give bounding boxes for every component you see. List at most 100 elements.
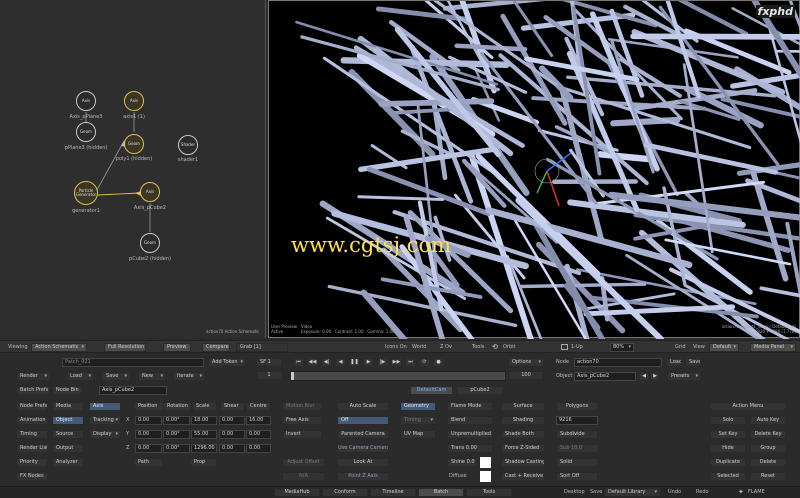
- sort-off-button[interactable]: Sort Off: [556, 472, 598, 481]
- unpremultiplied-button[interactable]: Unpremultiplied: [447, 430, 493, 439]
- world-toggle[interactable]: World: [412, 343, 426, 352]
- axis-value-field[interactable]: 55.00: [191, 430, 217, 439]
- compare-button[interactable]: Compare: [202, 343, 230, 352]
- axis-tab[interactable]: Axis: [89, 402, 121, 411]
- go-end-icon[interactable]: ⏭: [405, 358, 416, 367]
- surface-button[interactable]: Surface: [501, 402, 545, 411]
- force-z-sided-button[interactable]: Force Z-Sided: [501, 444, 545, 453]
- node-save-button[interactable]: Save: [685, 358, 701, 367]
- axis-value-field[interactable]: 0.00°: [163, 430, 190, 439]
- polygon-count-field[interactable]: 9216: [556, 416, 598, 425]
- action-schematic-panel[interactable]: Axis Axis_pPlane3 Geom pPlane3 (hidden) …: [0, 0, 266, 338]
- media-tab[interactable]: Media: [52, 402, 84, 411]
- auto-scale-button[interactable]: Auto Scale: [337, 402, 389, 411]
- source-tab[interactable]: Source: [52, 430, 84, 439]
- timing-button[interactable]: Timing: [16, 430, 48, 439]
- point-z-axis-button[interactable]: Point Z Axis: [337, 472, 389, 481]
- display-tab[interactable]: Display: [89, 430, 121, 439]
- axis-value-field[interactable]: 0.00°: [163, 444, 190, 453]
- main-tab[interactable]: Tools: [466, 488, 512, 497]
- axis-value-field[interactable]: 18.00: [191, 416, 217, 425]
- use-camera-button[interactable]: Use Camera Camera: [337, 444, 389, 453]
- zoom-percent-field[interactable]: 80%: [610, 343, 634, 352]
- uv-map-button[interactable]: UV Map: [400, 430, 436, 439]
- output-tab[interactable]: Output: [52, 444, 84, 453]
- new-button[interactable]: New: [138, 372, 166, 381]
- next-object-icon[interactable]: ▶: [650, 372, 660, 381]
- schem-node-geom-pplane3[interactable]: Geom: [76, 122, 96, 142]
- zoom-toggle[interactable]: Z Ov: [440, 343, 452, 352]
- layout-label[interactable]: 1-Up: [571, 343, 583, 352]
- geometry-tab[interactable]: Geometry: [400, 402, 436, 411]
- shine-field[interactable]: Shine 0.0: [447, 458, 477, 467]
- invert-button[interactable]: Invert: [282, 430, 322, 439]
- undo-button[interactable]: Undo: [668, 488, 681, 497]
- scale-header[interactable]: Scale: [192, 402, 217, 411]
- shine-color-swatch[interactable]: [480, 457, 491, 468]
- polygons-button[interactable]: Polygons: [556, 402, 598, 411]
- rotation-header[interactable]: Rotation: [163, 402, 192, 411]
- media-panel-select[interactable]: Media Panel: [750, 343, 796, 352]
- main-tab[interactable]: MediaHub: [274, 488, 320, 497]
- options-button[interactable]: Options: [508, 358, 544, 367]
- path-button[interactable]: Path: [134, 458, 163, 467]
- schem-node-particle-generator[interactable]: Particle Generator: [74, 181, 98, 205]
- flame-mode-button[interactable]: Flame Mode: [447, 402, 493, 411]
- node-name-field[interactable]: action70: [574, 358, 662, 367]
- add-token-button[interactable]: Add Token: [208, 358, 246, 367]
- play-back-icon[interactable]: ◀: [335, 358, 346, 367]
- schem-node-geom-poly1[interactable]: Geom: [124, 134, 144, 154]
- schem-node-axis-pplane3[interactable]: Axis: [76, 91, 96, 111]
- action-menu-item[interactable]: Set Key: [710, 430, 746, 439]
- grid-toggle[interactable]: Grid: [675, 343, 686, 352]
- redo-button[interactable]: Redo: [696, 488, 709, 497]
- orbit-icon[interactable]: ⟲: [492, 343, 498, 352]
- axis-value-field[interactable]: 0.00°: [163, 416, 190, 425]
- action-menu-item[interactable]: Hide: [710, 444, 746, 453]
- priority-button[interactable]: Priority: [16, 458, 48, 467]
- record-icon[interactable]: ●: [433, 358, 444, 367]
- schem-node-axis1[interactable]: Axis: [124, 91, 144, 111]
- look-at-button[interactable]: Look At: [337, 458, 389, 467]
- shade-both-button[interactable]: Shade Both: [501, 430, 545, 439]
- axis-value-field[interactable]: 0.00: [219, 444, 245, 453]
- adjust-offset-button[interactable]: Adjust Offset: [282, 458, 325, 467]
- object-path-field[interactable]: Axis_pCube2: [99, 386, 167, 395]
- action-menu-button[interactable]: Action Menu: [710, 402, 786, 411]
- go-start-icon[interactable]: ⏮: [293, 358, 304, 367]
- play-icon[interactable]: ▶: [363, 358, 374, 367]
- subdivide-button[interactable]: Subdivide: [556, 430, 598, 439]
- prev-key-icon[interactable]: ◀|: [321, 358, 332, 367]
- setup-load-button[interactable]: Load: [66, 372, 94, 381]
- axis-value-field[interactable]: 1296.00: [191, 444, 217, 453]
- blend-button[interactable]: Blend: [447, 416, 493, 425]
- current-frame-field[interactable]: 1: [256, 371, 282, 380]
- axis-value-field[interactable]: 16.00: [246, 416, 271, 425]
- axis-value-field[interactable]: 0.00: [246, 430, 271, 439]
- motion-blur-button[interactable]: Motion Blur: [282, 402, 322, 411]
- shear-header[interactable]: Shear: [220, 402, 245, 411]
- main-tab[interactable]: Conform: [322, 488, 368, 497]
- axis-value-field[interactable]: 0.00: [246, 444, 271, 453]
- action-menu-item[interactable]: Duplicate: [710, 458, 746, 467]
- shadow-casting-button[interactable]: Shadow Casting: [501, 458, 545, 467]
- desktop-save[interactable]: Save: [590, 488, 602, 497]
- animation-button[interactable]: Animation: [16, 416, 48, 425]
- node-bin-button[interactable]: Node Bin: [52, 386, 82, 395]
- axis-value-field[interactable]: 0.00: [135, 430, 162, 439]
- diffuse-color-swatch[interactable]: [480, 471, 491, 482]
- na-field[interactable]: N/A: [282, 472, 325, 481]
- node-prefs-button[interactable]: Node Prefs: [16, 402, 48, 411]
- render-list-button[interactable]: Render List: [16, 444, 48, 453]
- main-tab[interactable]: Batch: [418, 488, 464, 497]
- end-frame-field[interactable]: 100: [508, 371, 544, 380]
- solid-button[interactable]: Solid: [556, 458, 598, 467]
- next-key-icon[interactable]: |▶: [377, 358, 388, 367]
- action-menu-item[interactable]: Group: [750, 444, 786, 453]
- setup-save-button[interactable]: Save: [102, 372, 130, 381]
- resolution-button[interactable]: Full Resolution: [104, 343, 146, 352]
- step-back-icon[interactable]: ◀◀: [307, 358, 318, 367]
- desktop-label[interactable]: Desktop: [564, 488, 585, 497]
- prop-button[interactable]: Prop: [190, 458, 217, 467]
- axis-value-field[interactable]: 0.00: [135, 444, 162, 453]
